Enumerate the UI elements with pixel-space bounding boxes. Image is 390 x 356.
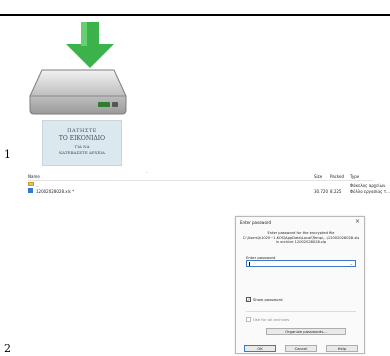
close-icon[interactable]: × [355, 218, 360, 225]
ok-button[interactable]: OK [244, 345, 276, 352]
download-instruction-card: ΠΑΤΗΣΤΕ ΤΟ ΕΙΚΟΝΙΔΙΟ ΓΙΑ ΝΑ ΚΑΤΕΒΑΣΕΤΕ Α… [42, 120, 122, 166]
excel-file-icon [28, 188, 33, 193]
dialog-title: Enter password [240, 220, 271, 225]
chevron-down-icon[interactable]: ⌄ [350, 261, 353, 266]
file-type: Φύλλο εργασίας τ... [350, 189, 390, 194]
show-password-label: Show password [253, 297, 283, 302]
hard-drive-icon [29, 69, 127, 115]
download-arrow-icon [66, 22, 114, 68]
column-size[interactable]: Size [314, 174, 322, 179]
file-name: 12002028028.xls * [36, 189, 75, 194]
card-line-3: ΓΙΑ ΝΑ [74, 144, 90, 149]
text-caret [249, 262, 250, 266]
card-line-4: ΚΑΤΕΒΑΣΕΤΕ ΑΡΧΕΙΑ [59, 150, 105, 155]
card-line-1: ΠΑΤΗΣΤΕ [67, 128, 97, 134]
step-number-2: 2 [4, 342, 11, 355]
help-button[interactable]: Help [326, 345, 358, 352]
show-password-checkbox[interactable]: ✓ [246, 297, 251, 302]
use-for-all-checkbox[interactable] [246, 317, 251, 322]
file-packed: 8.225 [330, 189, 342, 194]
folder-icon [28, 182, 34, 186]
file-list-header: Name ˆ Size Packed Type [28, 172, 374, 181]
top-divider [0, 14, 390, 16]
password-dialog: Enter password × Enter password for the … [235, 216, 365, 354]
cancel-button[interactable]: Cancel [285, 345, 317, 352]
archive-window: Name ˆ Size Packed Type .. Φάκελος αρχεί… [28, 172, 390, 354]
password-input[interactable]: ⌄ [246, 260, 356, 267]
organize-passwords-button[interactable]: Organize passwords... [266, 328, 346, 335]
card-line-2: ΤΟ ΕΙΚΟΝΙΔΙΟ [58, 135, 106, 142]
file-row[interactable]: 12002028028.xls * 30.720 8.225 Φύλλο εργ… [28, 188, 390, 194]
step-number-1: 1 [4, 148, 11, 161]
column-packed[interactable]: Packed [330, 174, 344, 179]
use-for-all-label: Use for all archives [253, 317, 290, 322]
dialog-message-archive: in archive 12002028028.zip [275, 240, 327, 245]
column-type[interactable]: Type [350, 174, 359, 179]
column-name[interactable]: Name [28, 174, 40, 179]
sort-chevron-icon: ˆ [146, 172, 148, 177]
dialog-message: Enter password for the encrypted file C:… [242, 231, 360, 245]
file-size: 30.720 [314, 189, 328, 194]
divider [246, 311, 356, 312]
